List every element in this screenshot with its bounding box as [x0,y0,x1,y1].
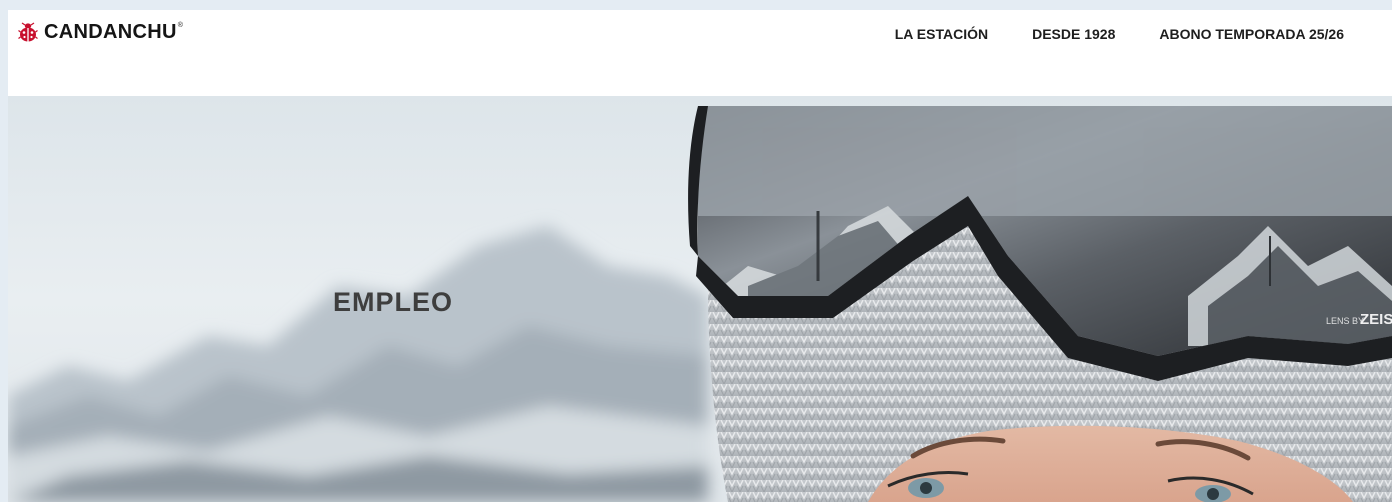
nav-abono-temporada[interactable]: ABONO TEMPORADA 25/26 [1159,25,1344,43]
hero-title: EMPLEO [333,287,454,317]
goggle-lens-brand: ZEISS [1360,311,1392,328]
site-header: CANDANCHU ® LA ESTACIÓN DESDE 1928 ABONO… [8,10,1392,96]
nav-la-estacion[interactable]: LA ESTACIÓN [895,25,988,43]
main-nav: LA ESTACIÓN DESDE 1928 ABONO TEMPORADA 2… [895,25,1344,43]
ladybug-logo-icon [18,22,38,42]
site-logo[interactable]: CANDANCHU ® [18,22,183,42]
nav-desde-1928[interactable]: DESDE 1928 [1032,25,1115,43]
logo-wordmark: CANDANCHU [44,21,177,43]
browser-viewport: CANDANCHU ® LA ESTACIÓN DESDE 1928 ABONO… [8,10,1392,502]
hero-banner: LENS BY ZEISS EMPLEO [8,96,1392,502]
goggle-lens-brand-small: LENS BY [1326,316,1364,326]
hero-image: LENS BY ZEISS [8,96,1392,502]
logo-trademark: ® [177,22,183,29]
